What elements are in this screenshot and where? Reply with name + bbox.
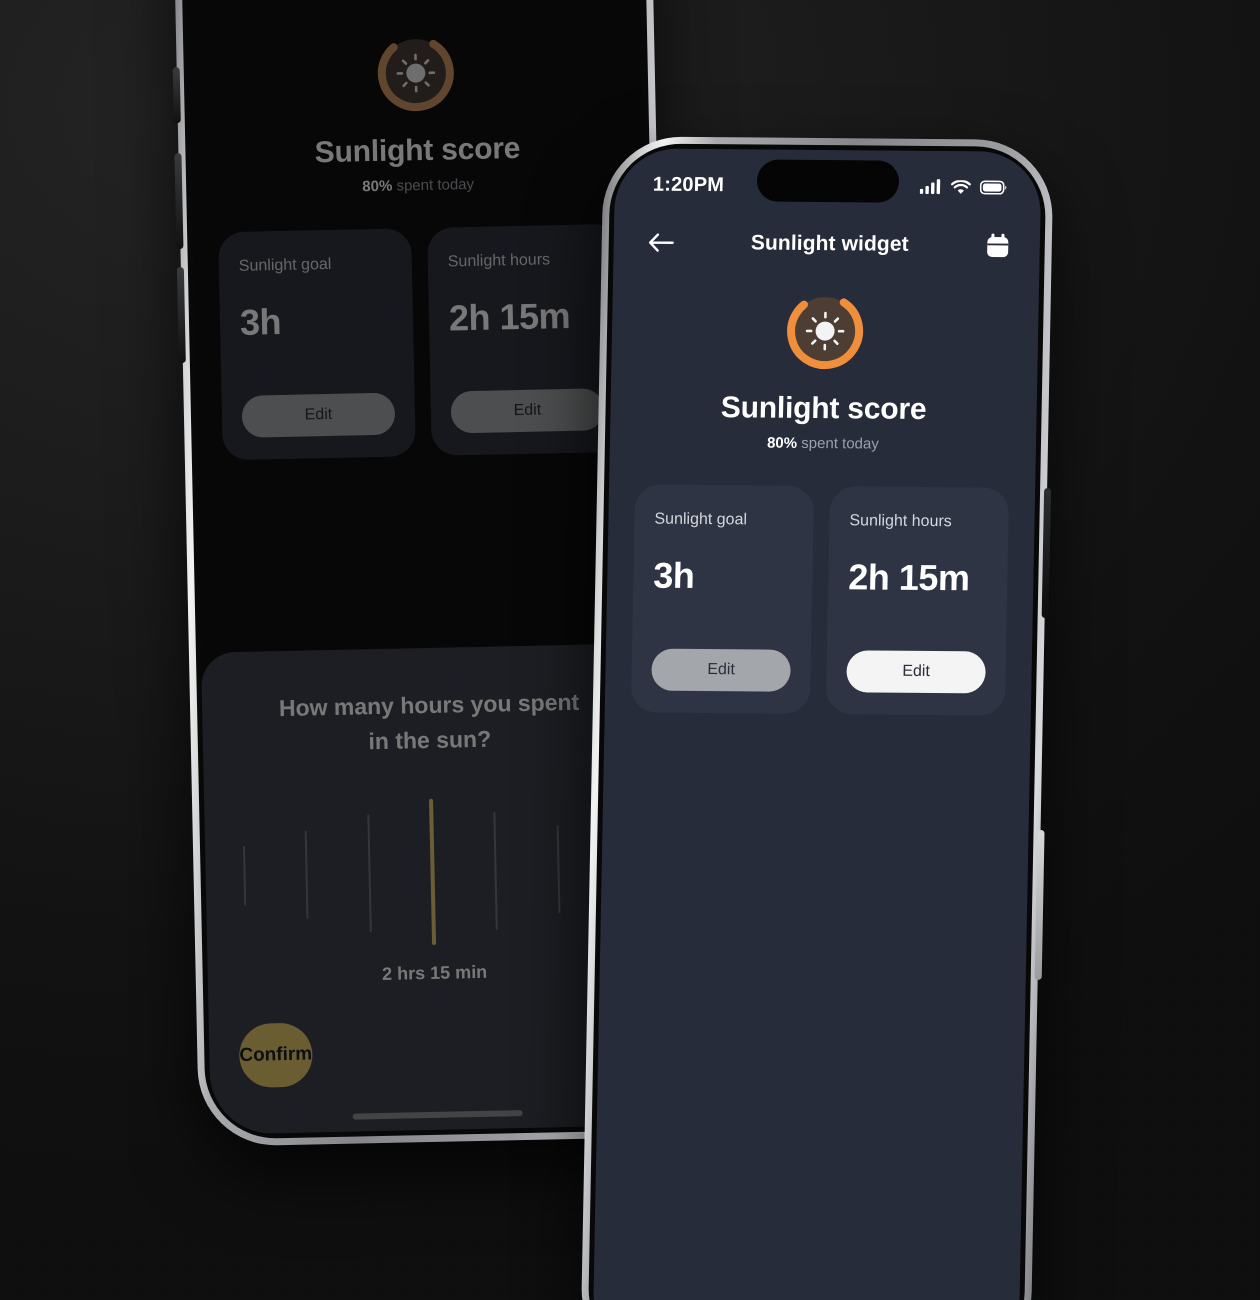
edit-goal-button[interactable]: Edit (241, 392, 396, 438)
ruler-tick (304, 830, 309, 919)
dynamic-island (756, 159, 900, 203)
card-value: 3h (652, 554, 695, 596)
calendar-icon[interactable] (986, 233, 1010, 258)
wifi-icon (951, 179, 971, 194)
score-subtitle: 80% spent today (191, 172, 645, 199)
sheet-question: How many hours you spent in the sun? (232, 684, 627, 761)
card-value: 2h 15m (847, 556, 970, 599)
score-percent: 80% (766, 434, 798, 452)
back-arrow-icon[interactable] (648, 233, 674, 253)
score-hero: Sunlight score 80% spent today (188, 25, 645, 198)
score-subtitle-text: spent today (392, 175, 475, 195)
sheet-question-line1: How many hours you spent (278, 688, 580, 722)
score-hero: Sunlight score 80% spent today (610, 286, 1039, 454)
card-sunlight-hours[interactable]: Sunlight hours 2h 15m Edit (825, 486, 1010, 716)
confirm-button[interactable]: Confirm (238, 1022, 313, 1088)
sun-icon (787, 293, 864, 370)
card-value: 2h 15m (448, 294, 571, 339)
score-percent: 80% (362, 177, 393, 196)
nav-bar: Sunlight widget (613, 206, 1040, 268)
sunlight-score-ring (781, 288, 869, 375)
ruler-tick (556, 825, 561, 914)
sun-icon (377, 35, 454, 112)
foreground-phone-screen: 1:20PM Sunlight widget Sunlight score 80… (592, 148, 1042, 1300)
signal-bars-icon (919, 179, 941, 195)
page-title: Sunlight widget (750, 231, 909, 256)
edit-hours-button[interactable]: Edit (846, 650, 986, 694)
stat-cards: Sunlight goal 3h Edit Sunlight hours 2h … (192, 223, 651, 461)
battery-full-icon (979, 180, 1007, 195)
ruler-selected-value: 2 hrs 15 min (381, 961, 488, 984)
home-indicator (352, 1110, 523, 1120)
nav-bar: Sunlight widget (186, 0, 641, 13)
foreground-phone-mockup: 1:20PM Sunlight widget Sunlight score 80… (580, 136, 1054, 1300)
score-subtitle: 80% spent today (610, 433, 1036, 454)
sunlight-score-ring (372, 29, 460, 117)
card-sunlight-hours[interactable]: Sunlight hours 2h 15m Edit (427, 223, 625, 456)
ruler-tick-selected (429, 798, 437, 945)
card-sunlight-goal[interactable]: Sunlight goal 3h Edit (218, 228, 416, 461)
edit-hours-button[interactable]: Edit (450, 388, 605, 434)
ruler-tick (242, 845, 247, 906)
card-value: 3h (239, 300, 282, 343)
edit-goal-button[interactable]: Edit (651, 648, 791, 692)
score-title: Sunlight score (720, 391, 927, 426)
stat-cards: Sunlight goal 3h Edit Sunlight hours 2h … (605, 484, 1035, 716)
score-subtitle-text: spent today (796, 434, 879, 453)
card-label: Sunlight goal (654, 510, 748, 529)
status-clock: 1:20PM (652, 173, 725, 196)
action-button[interactable] (172, 67, 181, 124)
card-sunlight-goal[interactable]: Sunlight goal 3h Edit (630, 484, 815, 714)
status-bar: 1:20PM (614, 148, 1041, 210)
status-icons (919, 179, 1007, 196)
card-label: Sunlight hours (447, 251, 551, 271)
card-label: Sunlight hours (849, 512, 952, 531)
ruler-tick (366, 814, 372, 933)
score-title: Sunlight score (314, 131, 521, 170)
sheet-question-line2: in the sun? (368, 725, 492, 754)
card-label: Sunlight goal (238, 255, 332, 275)
ruler-tick (493, 811, 499, 930)
app-screen: 1:20PM Sunlight widget Sunlight score 80… (592, 148, 1042, 1300)
hours-ruler-picker[interactable] (234, 783, 631, 961)
